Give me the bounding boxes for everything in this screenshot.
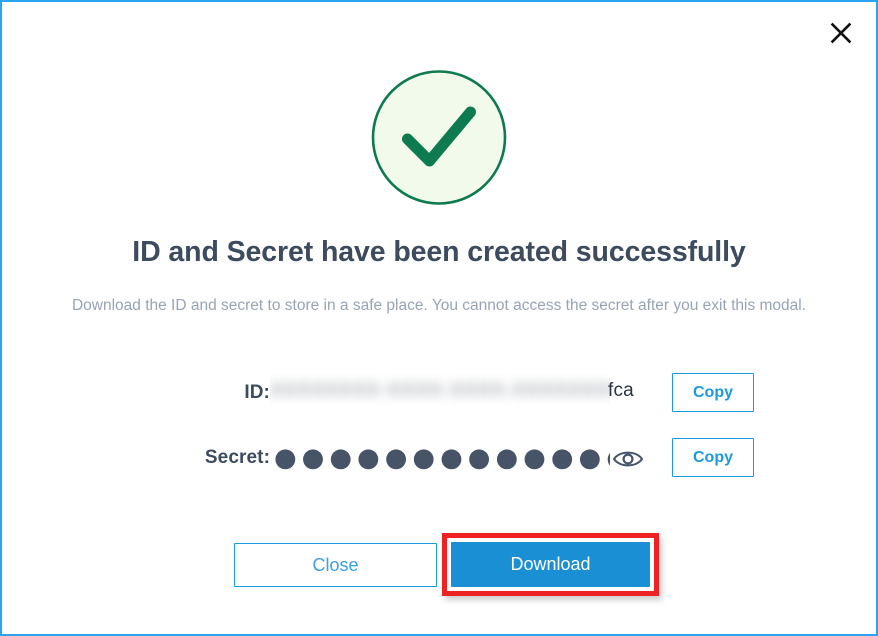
- dialog-description: Download the ID and secret to store in a…: [71, 297, 807, 314]
- secret-label: Secret:: [204, 447, 270, 468]
- download-button[interactable]: Download: [451, 542, 650, 587]
- copy-secret-button[interactable]: Copy: [672, 438, 754, 477]
- success-dialog: ID and Secret have been created successf…: [0, 0, 878, 636]
- secret-value-masked: ●●●●●●●●●●●●●: [274, 443, 610, 473]
- secret-value-container: ●●●●●●●●●●●●●: [270, 438, 610, 478]
- id-value-redacted: XXXXXXXX-XXXX-XXXX-XXXXXXXXXXXX: [270, 380, 610, 401]
- close-icon[interactable]: [822, 14, 860, 52]
- copy-id-button[interactable]: Copy: [672, 373, 754, 412]
- id-value-container: XXXXXXXX-XXXX-XXXX-XXXXXXXXXXXX: [270, 373, 610, 413]
- check-circle-icon: [370, 68, 509, 207]
- eye-icon[interactable]: [612, 447, 644, 471]
- page-title: ID and Secret have been created successf…: [132, 236, 746, 268]
- close-button[interactable]: Close: [234, 543, 437, 587]
- id-value-suffix: fca: [608, 380, 634, 401]
- id-label: ID:: [244, 382, 270, 403]
